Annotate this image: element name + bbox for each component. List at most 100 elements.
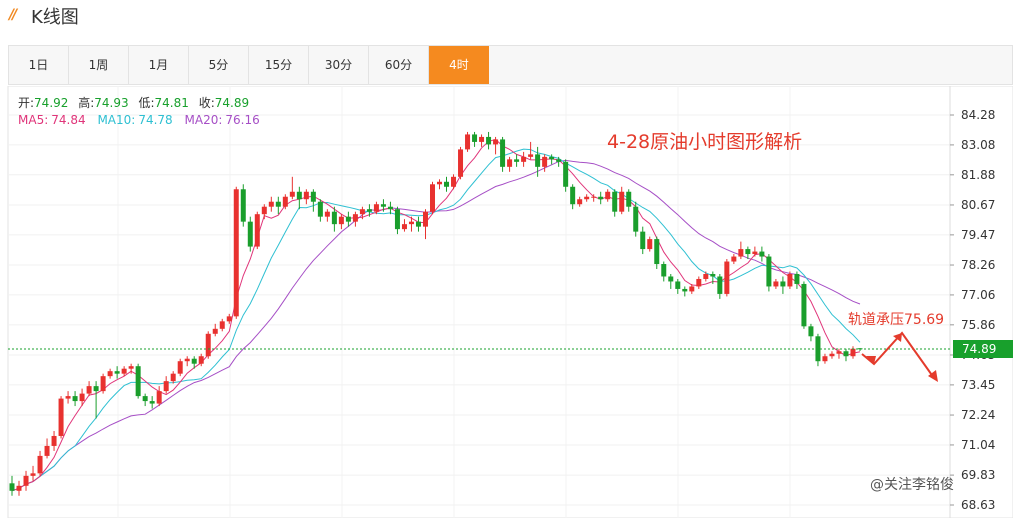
candle-body (563, 161, 569, 187)
candle-body (58, 398, 64, 436)
ma5-value: 74.84 (51, 113, 85, 127)
candle-body (275, 201, 281, 207)
candle (465, 131, 471, 152)
y-tick-label: 84.28 (961, 108, 995, 122)
ma5-label: MA5: (18, 113, 48, 127)
candle-body (345, 216, 351, 222)
candle (458, 146, 464, 180)
candle-body (422, 211, 428, 227)
candle (724, 259, 730, 297)
ma20-label: MA20: (185, 113, 223, 127)
candle-body (605, 191, 611, 200)
candle-body (142, 396, 148, 402)
candle-body (86, 386, 92, 394)
candle-body (801, 283, 807, 327)
candle-body (794, 273, 800, 284)
ma10-value: 74.78 (138, 113, 172, 127)
candle-body (696, 278, 702, 287)
y-tick-label: 81.88 (961, 168, 995, 182)
candle-body (121, 368, 127, 374)
close-label: 收: (199, 96, 215, 110)
candle-body (240, 189, 246, 222)
candle-body (570, 186, 576, 205)
tab-5min[interactable]: 5分 (189, 46, 249, 84)
kline-chart: 84.28 83.08 81.88 80.67 79.47 78.26 77.06 75.86… (7, 86, 1013, 518)
candle-body (254, 214, 260, 247)
tab-60min[interactable]: 60分 (369, 46, 429, 84)
candle-body (268, 201, 274, 207)
candle-body (514, 159, 520, 162)
candle-body (163, 381, 169, 392)
candle-body (465, 134, 471, 150)
tab-1w[interactable]: 1周 (69, 46, 129, 84)
candle-body (65, 396, 71, 399)
candle-body (752, 251, 758, 255)
watermark: @关注李铭俊 (870, 477, 954, 493)
candle-body (479, 136, 485, 142)
candle-body (9, 483, 15, 491)
candle-body (654, 239, 660, 265)
tab-4h[interactable]: 4时 (429, 46, 489, 84)
candle-body (79, 393, 85, 402)
candle-body (415, 221, 421, 227)
candle-body (205, 333, 211, 357)
candle-body (16, 485, 22, 491)
candle-body (310, 191, 316, 202)
candle-body (72, 396, 78, 402)
candle (177, 358, 183, 377)
candle-body (486, 136, 492, 145)
candle-body (30, 473, 36, 476)
y-tick-label: 78.26 (961, 258, 995, 272)
candle-body (359, 209, 365, 215)
candle-body (444, 181, 450, 187)
candle-body (724, 261, 730, 294)
high-label: 高: (78, 95, 94, 110)
ma10-label: MA10: (97, 113, 135, 127)
candle-body (584, 196, 590, 200)
candle-body (843, 351, 849, 357)
candle-body (156, 391, 162, 404)
candle-body (766, 256, 772, 287)
open-value: 74.92 (34, 96, 68, 110)
candle-body (710, 273, 716, 277)
candle-body (703, 273, 709, 279)
candle (787, 271, 793, 289)
candle-body (759, 251, 765, 257)
candle-body (233, 189, 239, 317)
low-label: 低: (138, 96, 154, 110)
candle-body (577, 199, 583, 205)
candle (58, 396, 64, 439)
candle-body (184, 358, 190, 362)
candle-body (507, 159, 513, 167)
candle-body (324, 211, 330, 217)
candle-body (373, 204, 379, 212)
candle-body (394, 209, 400, 230)
candle-body (731, 256, 737, 262)
candle-body (408, 221, 414, 225)
candle-body (296, 191, 302, 200)
candle (240, 184, 246, 227)
tab-30min[interactable]: 30分 (309, 46, 369, 84)
candle-body (626, 191, 632, 207)
candle-body (528, 154, 534, 157)
double-slash-icon: // (9, 7, 17, 23)
candle-body (612, 191, 618, 212)
ma20-value: 76.16 (225, 113, 259, 127)
y-tick-label: 72.24 (961, 408, 995, 422)
tab-1m[interactable]: 1月 (129, 46, 189, 84)
candle-body (535, 154, 541, 167)
tab-15min[interactable]: 15分 (249, 46, 309, 84)
candle-body (640, 231, 646, 250)
close-value: 74.89 (215, 96, 249, 110)
candle (100, 373, 106, 394)
candle-body (352, 214, 358, 222)
candle-body (437, 181, 443, 185)
y-tick-label: 80.67 (961, 198, 995, 212)
tab-1d[interactable]: 1日 (9, 46, 69, 84)
candle-body (808, 326, 814, 337)
candle (801, 281, 807, 329)
candle-body (682, 288, 688, 292)
candle-body (114, 371, 120, 374)
y-tick-label: 83.08 (961, 138, 995, 152)
candle-body (773, 281, 779, 287)
